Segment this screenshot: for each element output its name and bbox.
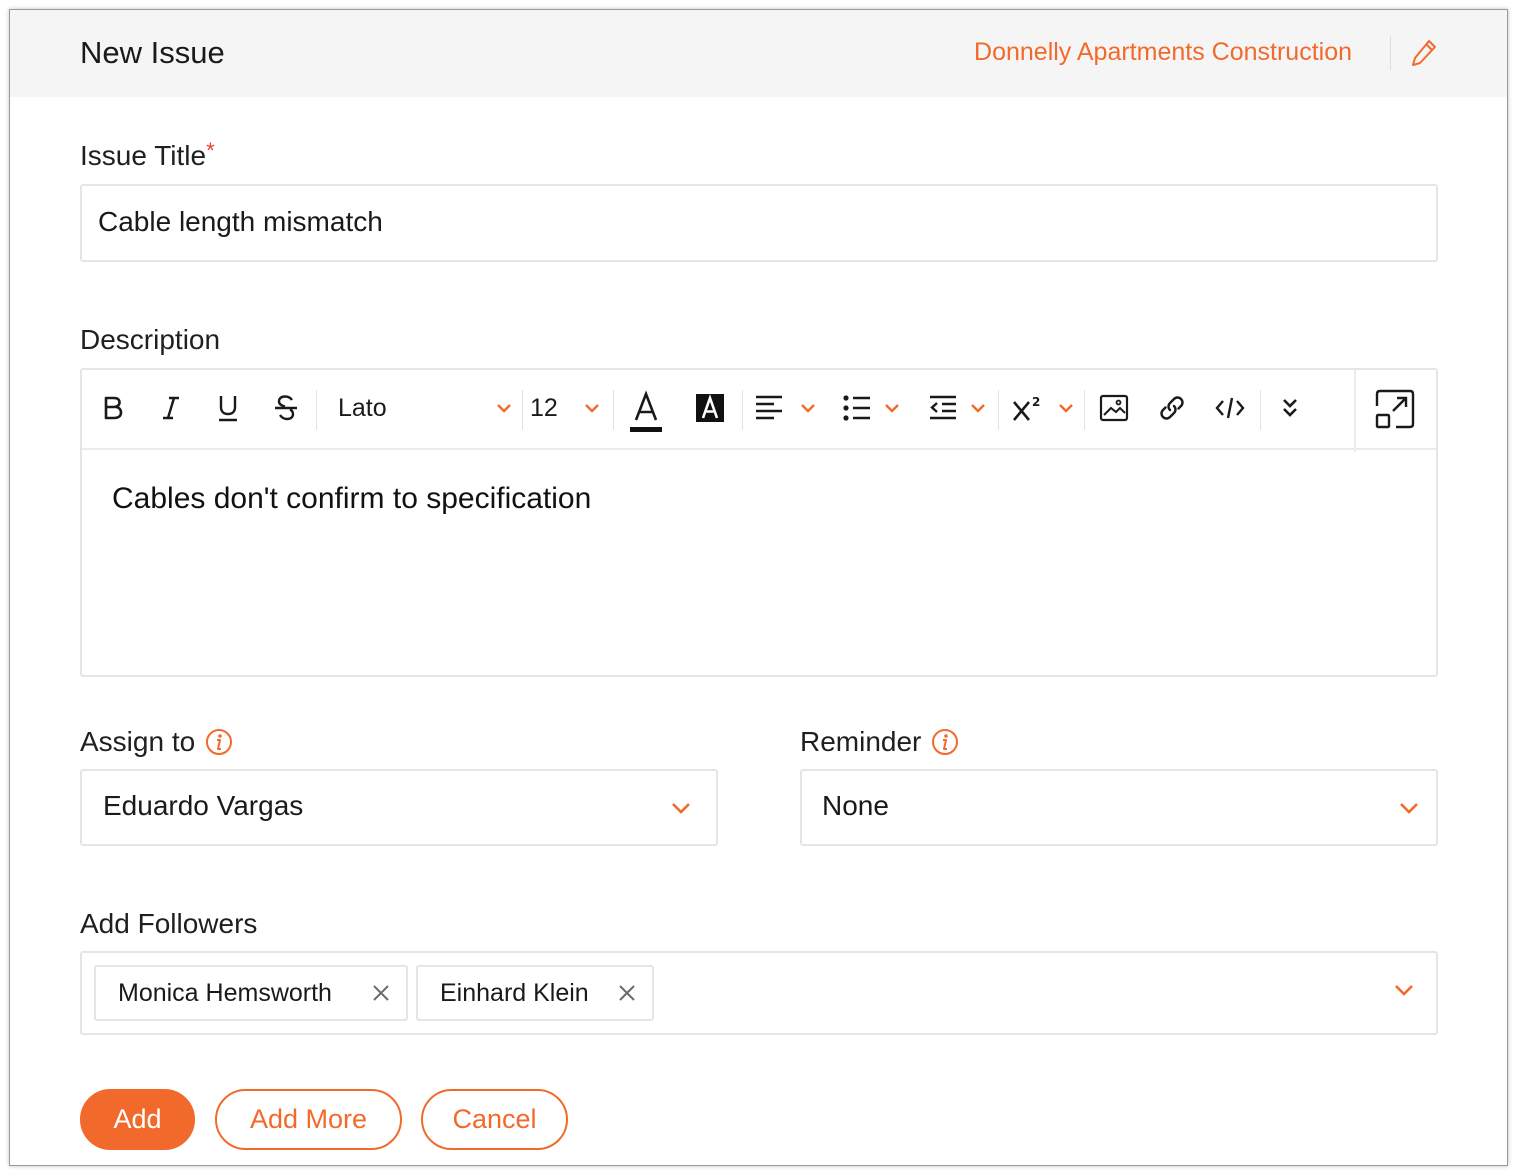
required-mark: * xyxy=(206,138,215,163)
follower-tag: Einhard Klein xyxy=(416,965,654,1021)
toolbar-divider xyxy=(998,390,999,430)
issue-title-input[interactable]: Cable length mismatch xyxy=(80,184,1438,262)
insert-image-button[interactable] xyxy=(1096,388,1132,428)
chevron-down-icon xyxy=(1059,404,1073,413)
font-family-select[interactable]: Lato xyxy=(332,388,512,428)
text-color-button[interactable] xyxy=(627,384,665,440)
close-icon[interactable] xyxy=(371,983,391,1003)
add-more-button[interactable]: Add More xyxy=(215,1089,402,1150)
chevron-down-icon xyxy=(1400,803,1418,814)
assign-to-select[interactable]: Eduardo Vargas xyxy=(80,769,718,846)
outdent-icon xyxy=(930,395,956,420)
add-button[interactable]: Add xyxy=(80,1089,195,1150)
double-chevron-down-icon xyxy=(1283,399,1297,417)
font-size-select[interactable]: 12 xyxy=(530,388,600,428)
dialog-title: New Issue xyxy=(80,35,225,70)
new-issue-dialog: New Issue Donnelly Apartments Constructi… xyxy=(9,9,1508,1166)
highlight-color-button[interactable] xyxy=(692,388,728,428)
chevron-down-icon xyxy=(801,404,815,413)
toolbar-divider xyxy=(1084,390,1085,430)
code-icon xyxy=(1215,397,1245,419)
reminder-label: Reminder xyxy=(800,726,959,758)
font-size-value: 12 xyxy=(530,393,558,422)
description-content[interactable]: Cables don't confirm to specification xyxy=(112,482,591,516)
link-icon xyxy=(1160,396,1184,420)
toolbar-divider xyxy=(742,390,743,430)
pencil-icon[interactable] xyxy=(1410,38,1438,68)
toolbar-divider xyxy=(316,390,317,430)
assign-to-value: Eduardo Vargas xyxy=(103,790,304,821)
dialog-header: New Issue Donnelly Apartments Constructi… xyxy=(10,10,1507,97)
code-button[interactable] xyxy=(1212,388,1248,428)
chevron-down-icon xyxy=(885,404,899,413)
issue-title-label: Issue Title* xyxy=(80,138,215,172)
info-icon[interactable] xyxy=(931,728,959,756)
underline-button[interactable] xyxy=(213,388,243,428)
reminder-select[interactable]: None xyxy=(800,769,1438,846)
issue-title-value: Cable length mismatch xyxy=(98,206,383,237)
cancel-button[interactable]: Cancel xyxy=(421,1089,568,1150)
svg-text:2: 2 xyxy=(1032,395,1040,409)
follower-name: Monica Hemsworth xyxy=(118,978,332,1007)
editor-toolbar: Lato 12 2 xyxy=(82,370,1436,452)
reminder-label-text: Reminder xyxy=(800,726,922,757)
issue-title-label-text: Issue Title xyxy=(80,140,207,171)
header-divider xyxy=(1390,36,1391,70)
insert-link-button[interactable] xyxy=(1154,388,1190,428)
description-editor: Lato 12 2 Cables don't confirm to specif… xyxy=(80,368,1438,677)
chevron-down-icon xyxy=(585,404,599,413)
expand-icon xyxy=(1375,389,1415,429)
more-options-button[interactable] xyxy=(1272,388,1308,428)
assign-to-label: Assign to xyxy=(80,726,233,758)
superscript-button[interactable]: 2 xyxy=(1012,388,1074,428)
toolbar-divider xyxy=(613,390,614,430)
toolbar-divider xyxy=(1260,390,1261,430)
expand-editor-button[interactable] xyxy=(1354,370,1436,452)
chevron-down-icon xyxy=(497,404,511,413)
close-icon[interactable] xyxy=(617,983,637,1003)
toolbar-divider xyxy=(522,390,523,430)
add-followers-label: Add Followers xyxy=(80,908,258,939)
align-button[interactable] xyxy=(754,388,816,428)
project-link[interactable]: Donnelly Apartments Construction xyxy=(974,38,1352,67)
image-icon xyxy=(1099,394,1129,422)
description-label: Description xyxy=(80,324,221,355)
follower-tag: Monica Hemsworth xyxy=(94,965,408,1021)
chevron-down-icon xyxy=(672,803,690,814)
info-icon[interactable] xyxy=(205,728,233,756)
followers-select[interactable]: Monica Hemsworth Einhard Klein xyxy=(80,951,1438,1035)
align-left-icon xyxy=(756,395,782,420)
superscript-icon: 2 xyxy=(1013,395,1040,421)
reminder-value: None xyxy=(822,790,889,821)
font-family-value: Lato xyxy=(338,393,387,422)
bullet-list-button[interactable] xyxy=(842,388,900,428)
strikethrough-button[interactable] xyxy=(271,388,301,428)
indent-button[interactable] xyxy=(928,388,986,428)
follower-name: Einhard Klein xyxy=(440,978,589,1007)
chevron-down-icon[interactable] xyxy=(1393,983,1415,997)
list-icon xyxy=(843,395,870,421)
bold-button[interactable] xyxy=(98,388,128,428)
assign-to-label-text: Assign to xyxy=(80,726,196,757)
chevron-down-icon xyxy=(971,404,985,413)
italic-button[interactable] xyxy=(156,388,186,428)
